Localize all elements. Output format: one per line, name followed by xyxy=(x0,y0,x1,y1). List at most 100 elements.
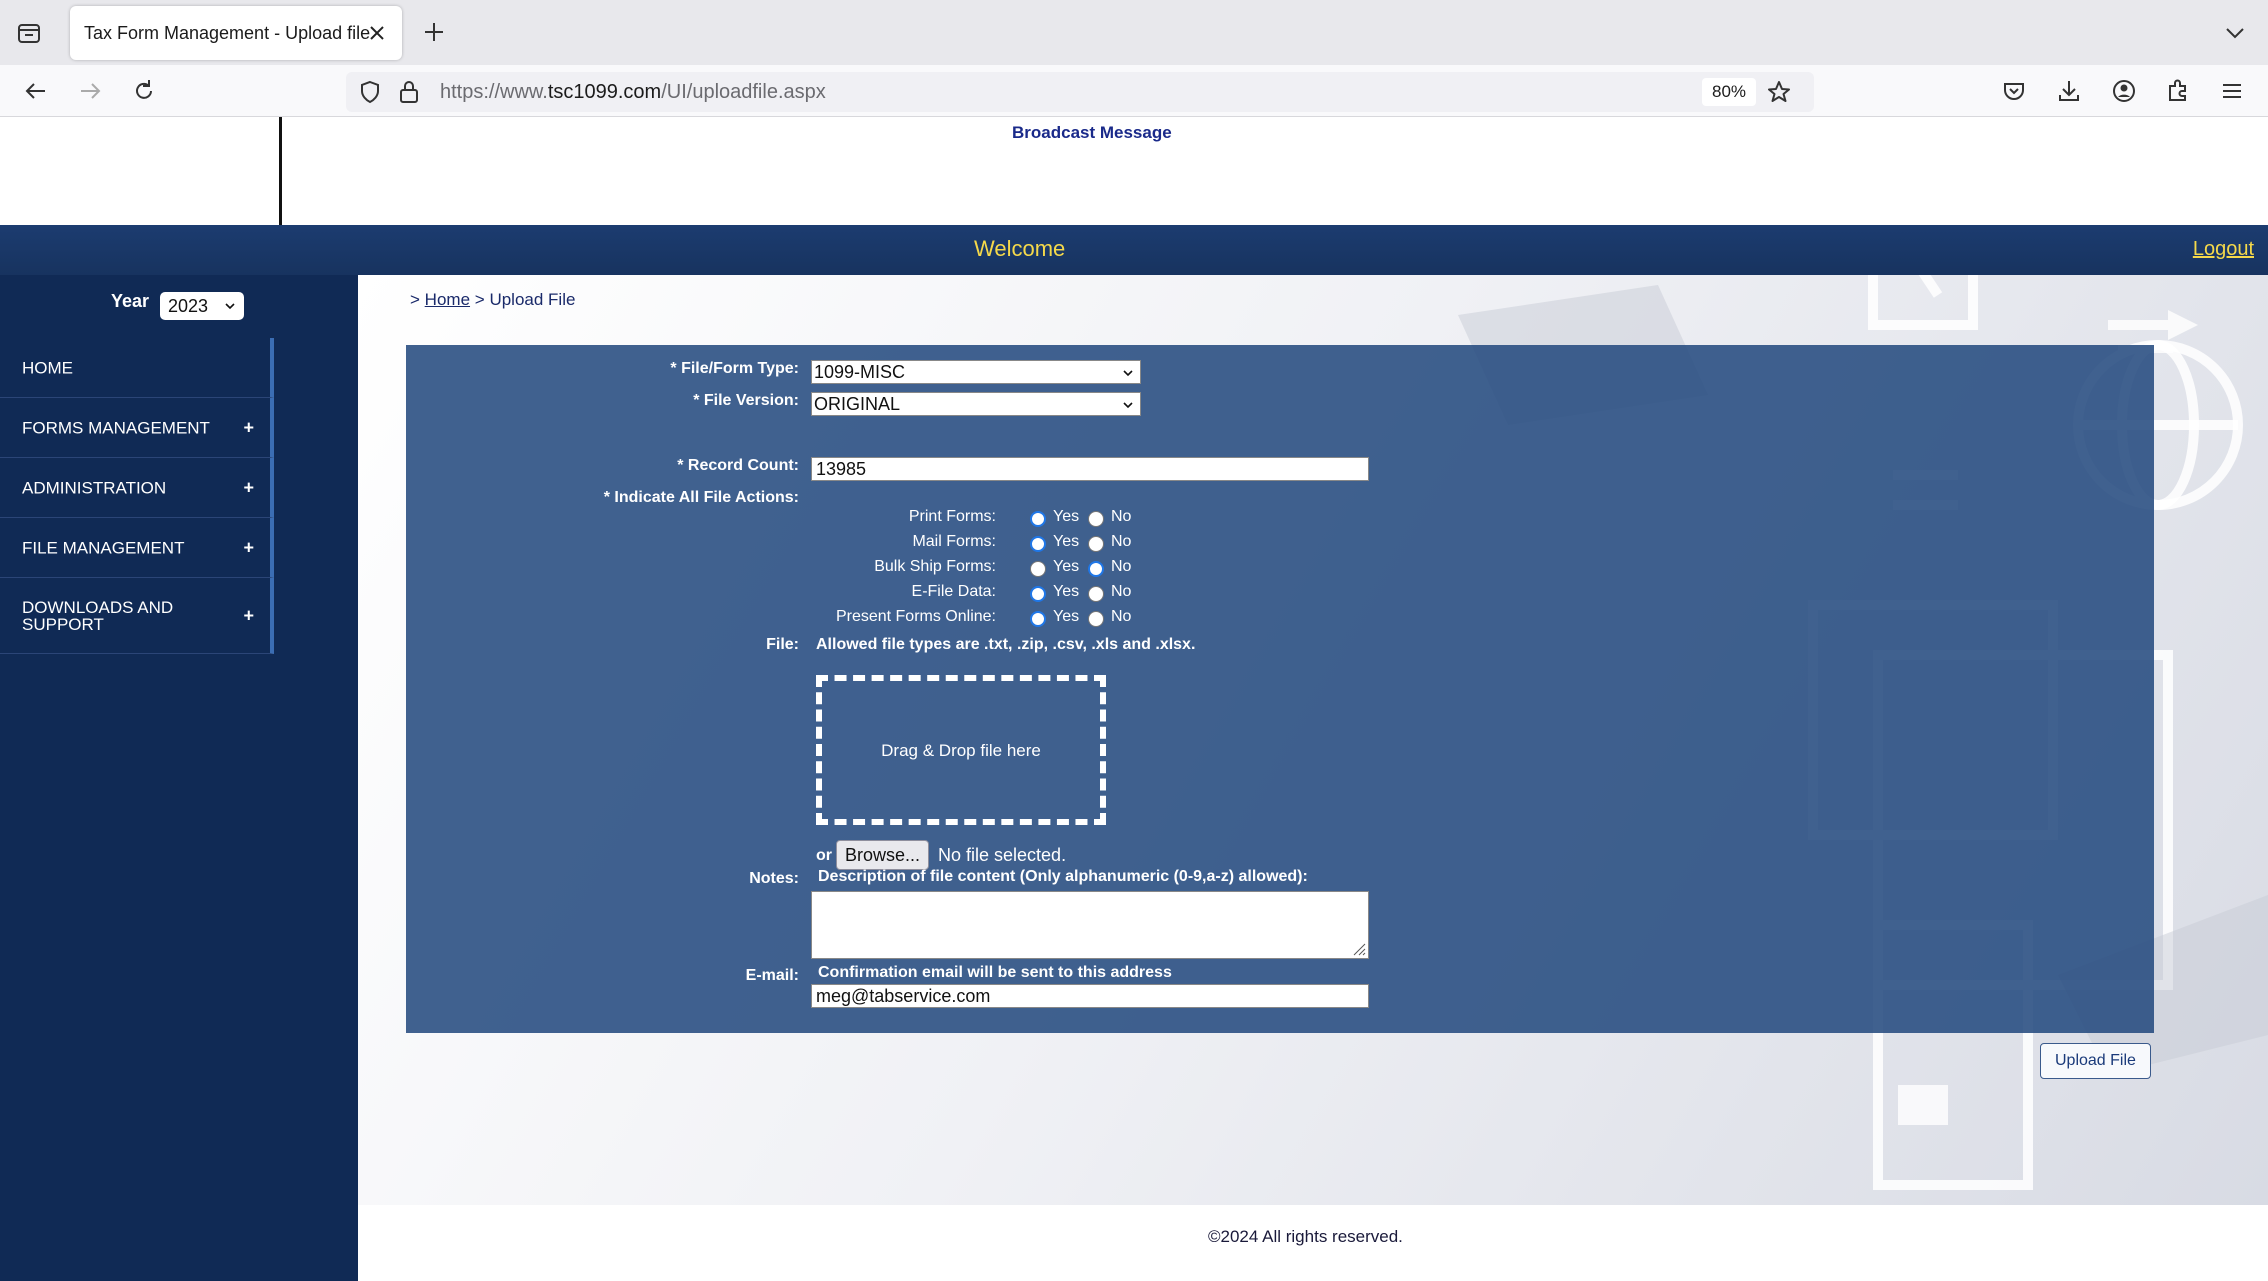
hamburger-menu-icon[interactable] xyxy=(2218,77,2246,105)
sidebar-item-administration[interactable]: ADMINISTRATION + xyxy=(0,458,274,518)
file-label: File: xyxy=(766,636,799,653)
mail-forms-no-radio[interactable] xyxy=(1088,536,1104,552)
bulk-ship-yes-radio[interactable] xyxy=(1030,561,1046,577)
broadcast-message: Broadcast Message xyxy=(1012,123,1172,142)
chevron-down-icon[interactable] xyxy=(2222,20,2248,46)
tab-title: Tax Form Management - Upload file xyxy=(84,23,371,43)
no-label: No xyxy=(1111,583,1132,600)
yes-label: Yes xyxy=(1053,533,1080,550)
shield-icon[interactable] xyxy=(358,80,382,104)
browse-button[interactable]: Browse... xyxy=(836,840,930,870)
new-tab-plus-icon[interactable] xyxy=(420,18,448,46)
close-icon[interactable] xyxy=(366,22,388,44)
year-label: Year xyxy=(111,291,150,311)
extensions-icon[interactable] xyxy=(2164,77,2192,105)
email-label: E-mail: xyxy=(745,967,799,984)
lock-icon[interactable] xyxy=(398,80,420,104)
file-version-label: * File Version: xyxy=(693,392,799,409)
sidebar: Year 2023 HOME FORMS MANAGEMENT + ADMINI… xyxy=(0,275,358,1281)
notes-hint: Description of file content (Only alphan… xyxy=(818,868,1308,885)
chevron-down-icon xyxy=(225,303,235,310)
year-select[interactable]: 2023 xyxy=(160,292,244,320)
present-online-yes-radio[interactable] xyxy=(1030,611,1046,627)
url-path: /UI/uploadfile.aspx xyxy=(661,81,826,103)
form-type-select[interactable]: 1099-MISC xyxy=(811,360,1141,384)
sidebar-item-label: FORMS MANAGEMENT xyxy=(22,418,210,437)
zoom-level[interactable]: 80% xyxy=(1702,78,1757,106)
browser-tab-active[interactable]: Tax Form Management - Upload file xyxy=(70,6,402,60)
upload-file-button[interactable]: Upload File xyxy=(2040,1043,2151,1079)
bulk-ship-no-radio[interactable] xyxy=(1088,561,1104,577)
tab-list-icon[interactable] xyxy=(14,18,44,48)
breadcrumb-separator: > xyxy=(474,290,485,309)
print-forms-label: Print Forms: xyxy=(908,508,996,525)
forward-arrow-icon[interactable] xyxy=(76,77,104,105)
back-arrow-icon[interactable] xyxy=(22,77,50,105)
record-count-input[interactable]: 13985 xyxy=(811,457,1369,481)
breadcrumb-home-link[interactable]: Home xyxy=(425,290,470,309)
no-label: No xyxy=(1111,533,1132,550)
resize-grip-icon[interactable] xyxy=(1352,942,1366,956)
welcome-bar: Welcome Logout xyxy=(0,225,2268,275)
account-icon[interactable] xyxy=(2110,77,2138,105)
present-online-no-radio[interactable] xyxy=(1088,611,1104,627)
breadcrumb-current: Upload File xyxy=(489,290,576,309)
no-label: No xyxy=(1111,508,1132,525)
chevron-down-icon xyxy=(1123,370,1133,377)
allowed-file-types: Allowed file types are .txt, .zip, .csv,… xyxy=(816,636,1196,653)
reload-icon[interactable] xyxy=(130,77,158,105)
sidebar-menu: HOME FORMS MANAGEMENT + ADMINISTRATION +… xyxy=(0,338,274,654)
download-icon[interactable] xyxy=(2055,77,2083,105)
form-type-label: * File/Form Type: xyxy=(670,360,799,377)
or-text: or xyxy=(816,847,832,864)
file-version-select[interactable]: ORIGINAL xyxy=(811,392,1141,416)
url-text[interactable]: https://www.tsc1099.com/UI/uploadfile.as… xyxy=(440,81,826,104)
sidebar-item-label: DOWNLOADS AND SUPPORT xyxy=(22,597,174,634)
sidebar-item-home[interactable]: HOME xyxy=(0,338,274,398)
yes-label: Yes xyxy=(1053,583,1080,600)
no-label: No xyxy=(1111,608,1132,625)
url-bar[interactable]: https://www.tsc1099.com/UI/uploadfile.as… xyxy=(346,72,1814,112)
file-dropzone[interactable]: Drag & Drop file here xyxy=(816,675,1106,825)
notes-label: Notes: xyxy=(749,870,799,887)
sidebar-item-file-management[interactable]: FILE MANAGEMENT + xyxy=(0,518,274,578)
bookmark-star-icon[interactable] xyxy=(1766,79,1792,105)
browser-nav-bar: https://www.tsc1099.com/UI/uploadfile.as… xyxy=(0,65,2268,117)
expand-plus-icon: + xyxy=(243,477,254,497)
efile-yes-radio[interactable] xyxy=(1030,586,1046,602)
mail-forms-yes-radio[interactable] xyxy=(1030,536,1046,552)
main-content: > Home > Upload File * File/Form Type: 1… xyxy=(358,275,2268,1205)
dropzone-text: Drag & Drop file here xyxy=(881,741,1041,760)
form-type-value: 1099-MISC xyxy=(814,362,906,382)
sidebar-item-downloads-support[interactable]: DOWNLOADS AND SUPPORT + xyxy=(0,578,274,654)
expand-plus-icon: + xyxy=(243,417,254,437)
pocket-icon[interactable] xyxy=(2000,77,2028,105)
logo-divider xyxy=(279,117,282,225)
year-value: 2023 xyxy=(168,296,209,316)
footer: ©2024 All rights reserved. xyxy=(358,1205,2268,1281)
url-prefix: https://www. xyxy=(440,81,548,103)
sidebar-item-label: ADMINISTRATION xyxy=(22,478,167,497)
no-label: No xyxy=(1111,558,1132,575)
breadcrumb: > Home > Upload File xyxy=(410,290,575,310)
yes-label: Yes xyxy=(1053,608,1080,625)
sidebar-item-forms-management[interactable]: FORMS MANAGEMENT + xyxy=(0,398,274,458)
expand-plus-icon: + xyxy=(243,605,254,625)
welcome-text: Welcome xyxy=(974,236,1066,261)
print-forms-no-radio[interactable] xyxy=(1088,511,1104,527)
breadcrumb-separator: > xyxy=(410,290,420,309)
year-selector-row: Year 2023 xyxy=(0,275,358,338)
logout-link[interactable]: Logout xyxy=(2193,238,2254,261)
chevron-down-icon xyxy=(1123,402,1133,409)
print-forms-yes-radio[interactable] xyxy=(1030,511,1046,527)
notes-textarea[interactable] xyxy=(811,891,1369,959)
browser-tab-bar: Tax Form Management - Upload file xyxy=(0,0,2268,65)
efile-no-radio[interactable] xyxy=(1088,586,1104,602)
sidebar-item-label: HOME xyxy=(22,358,73,377)
expand-plus-icon: + xyxy=(243,537,254,557)
email-field[interactable]: meg@tabservice.com xyxy=(811,984,1369,1008)
bulk-ship-forms-label: Bulk Ship Forms: xyxy=(874,558,996,575)
record-count-label: * Record Count: xyxy=(677,457,799,474)
yes-label: Yes xyxy=(1053,558,1080,575)
email-hint: Confirmation email will be sent to this … xyxy=(818,964,1172,981)
